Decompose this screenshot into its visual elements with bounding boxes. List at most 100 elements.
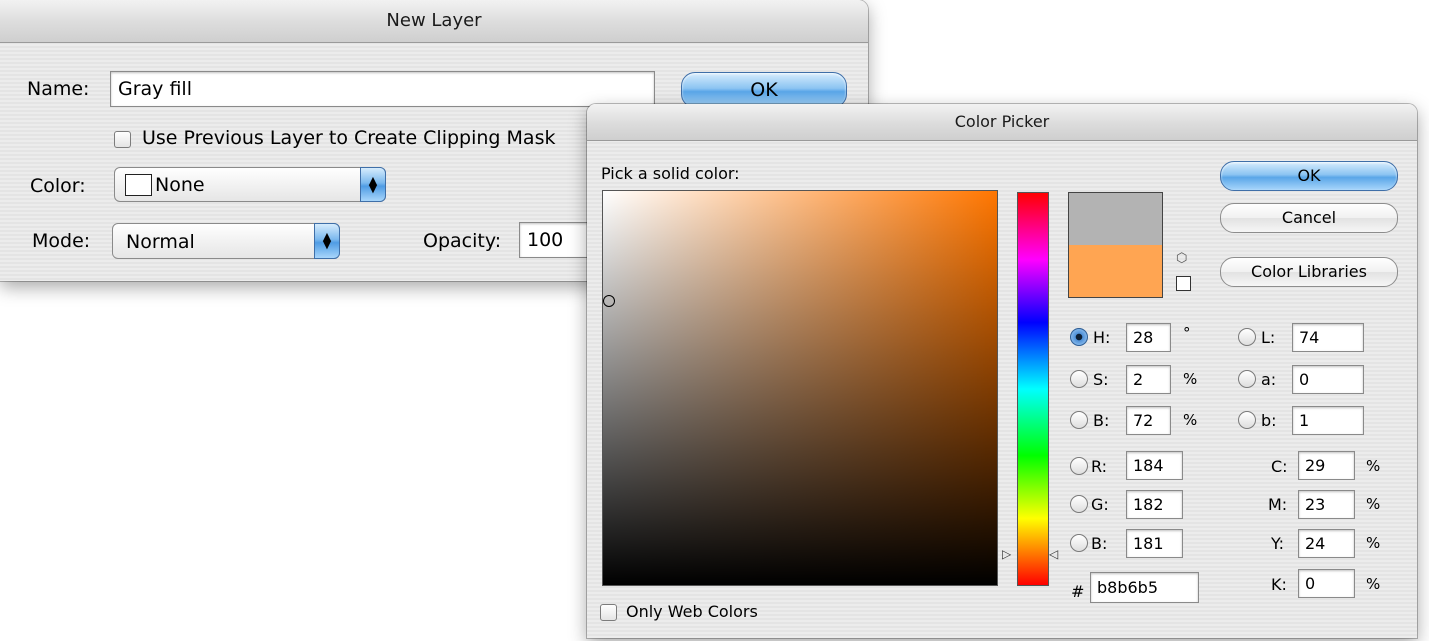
opacity-input[interactable]: 100 [519, 222, 589, 258]
green-radio[interactable] [1070, 495, 1088, 513]
blend-mode-select[interactable]: Normal ▲ ▼ [112, 223, 340, 259]
red-input[interactable]: 184 [1126, 451, 1183, 480]
saturation-label: S: [1093, 370, 1109, 389]
lab-b-radio[interactable] [1238, 411, 1256, 429]
color-picker-ok-label: OK [1297, 166, 1321, 185]
pick-color-prompt: Pick a solid color: [601, 164, 740, 183]
saturation-brightness-field[interactable] [602, 190, 998, 586]
lab-l-radio[interactable] [1238, 328, 1256, 346]
brightness-radio[interactable] [1070, 411, 1088, 429]
brightness-unit: % [1183, 411, 1198, 429]
blue-label: B: [1091, 534, 1108, 553]
color-libraries-label: Color Libraries [1251, 262, 1367, 281]
clipping-mask-checkbox[interactable] [114, 131, 131, 148]
lab-a-radio[interactable] [1238, 370, 1256, 388]
magenta-value: 23 [1305, 495, 1326, 514]
cyan-unit: % [1366, 457, 1381, 475]
mode-label: Mode: [32, 230, 91, 252]
clipping-mask-label: Use Previous Layer to Create Clipping Ma… [142, 127, 556, 149]
hue-label: H: [1093, 328, 1111, 347]
blue-radio[interactable] [1070, 534, 1088, 552]
red-label: R: [1091, 457, 1108, 476]
blend-mode-value: Normal [126, 231, 195, 253]
black-value: 0 [1305, 574, 1316, 593]
none-swatch [125, 174, 152, 196]
layer-color-select[interactable]: None ▲ ▼ [114, 167, 386, 202]
only-web-colors-label: Only Web Colors [626, 602, 758, 621]
yellow-input[interactable]: 24 [1298, 529, 1355, 558]
magenta-input[interactable]: 23 [1298, 490, 1355, 519]
black-label: K: [1271, 575, 1287, 594]
color-libraries-button[interactable]: Color Libraries [1220, 257, 1398, 287]
hue-value: 28 [1133, 328, 1154, 347]
yellow-unit: % [1366, 534, 1381, 552]
green-input[interactable]: 182 [1126, 490, 1183, 519]
brightness-value: 72 [1133, 411, 1154, 430]
magenta-unit: % [1366, 495, 1381, 513]
opacity-label: Opacity: [423, 230, 502, 252]
new-color-swatch [1069, 193, 1162, 245]
lab-b-label: b: [1261, 411, 1277, 430]
out-of-gamut-cube-icon[interactable]: ⬡ [1176, 251, 1187, 266]
hue-slider[interactable] [1017, 192, 1049, 586]
red-radio[interactable] [1070, 457, 1088, 475]
black-input[interactable]: 0 [1298, 569, 1355, 598]
new-layer-titlebar[interactable]: New Layer [0, 0, 868, 43]
color-label: Color: [30, 175, 86, 197]
layer-color-value: None [155, 174, 205, 196]
saturation-input[interactable]: 2 [1126, 365, 1171, 394]
lab-a-label: a: [1261, 370, 1277, 389]
lab-l-label: L: [1261, 328, 1276, 347]
layer-name-input[interactable]: Gray fill [110, 71, 655, 107]
color-picker-titlebar[interactable]: Color Picker [587, 104, 1417, 141]
name-label: Name: [27, 78, 90, 100]
lab-a-value: 0 [1299, 370, 1310, 389]
lab-b-input[interactable]: 1 [1292, 406, 1364, 435]
hue-slider-left-arrow-icon[interactable]: ▷ [1002, 547, 1011, 561]
hex-label: # [1071, 582, 1085, 601]
cyan-input[interactable]: 29 [1298, 451, 1355, 480]
opacity-value: 100 [527, 229, 564, 251]
lab-l-input[interactable]: 74 [1292, 323, 1364, 352]
red-value: 184 [1133, 456, 1164, 475]
saturation-value: 2 [1133, 370, 1144, 389]
new-layer-ok-button[interactable]: OK [681, 72, 847, 108]
hue-unit: ° [1183, 324, 1191, 342]
color-preview [1068, 192, 1163, 298]
cancel-label: Cancel [1281, 208, 1337, 227]
saturation-radio[interactable] [1070, 370, 1088, 388]
brightness-label: B: [1093, 411, 1110, 430]
cyan-label: C: [1271, 457, 1288, 476]
black-unit: % [1366, 575, 1381, 593]
cancel-button[interactable]: Cancel [1220, 203, 1398, 233]
yellow-label: Y: [1271, 534, 1285, 553]
color-select-arrows-icon: ▲ ▼ [360, 167, 386, 202]
green-value: 182 [1133, 495, 1164, 514]
hex-value: b8b6b5 [1097, 578, 1159, 597]
hex-input[interactable]: b8b6b5 [1090, 572, 1199, 603]
web-safe-swatch-icon[interactable] [1176, 276, 1191, 291]
layer-name-value: Gray fill [118, 78, 192, 100]
color-picker-ok-button[interactable]: OK [1220, 161, 1398, 191]
new-layer-ok-label: OK [750, 79, 778, 101]
lab-l-value: 74 [1299, 328, 1320, 347]
saturation-unit: % [1183, 370, 1198, 388]
lab-a-input[interactable]: 0 [1292, 365, 1364, 394]
hue-radio[interactable] [1070, 328, 1088, 346]
new-layer-title: New Layer [386, 10, 482, 31]
mode-select-arrows-icon: ▲ ▼ [314, 223, 340, 259]
cyan-value: 29 [1305, 456, 1326, 475]
color-picker-dialog: Color Picker Pick a solid color: ▷ ◁ ⬡ O… [587, 104, 1417, 638]
color-picker-title: Color Picker [954, 112, 1050, 131]
magenta-label: M: [1268, 495, 1288, 514]
hue-input[interactable]: 28 [1126, 323, 1171, 352]
brightness-input[interactable]: 72 [1126, 406, 1171, 435]
only-web-colors-checkbox[interactable] [600, 604, 617, 621]
blue-input[interactable]: 181 [1126, 529, 1183, 558]
yellow-value: 24 [1305, 534, 1326, 553]
color-selection-marker-icon [603, 295, 615, 307]
hue-slider-right-arrow-icon[interactable]: ◁ [1049, 547, 1058, 561]
current-color-swatch[interactable] [1069, 245, 1162, 297]
blue-value: 181 [1133, 534, 1164, 553]
lab-b-value: 1 [1299, 411, 1310, 430]
